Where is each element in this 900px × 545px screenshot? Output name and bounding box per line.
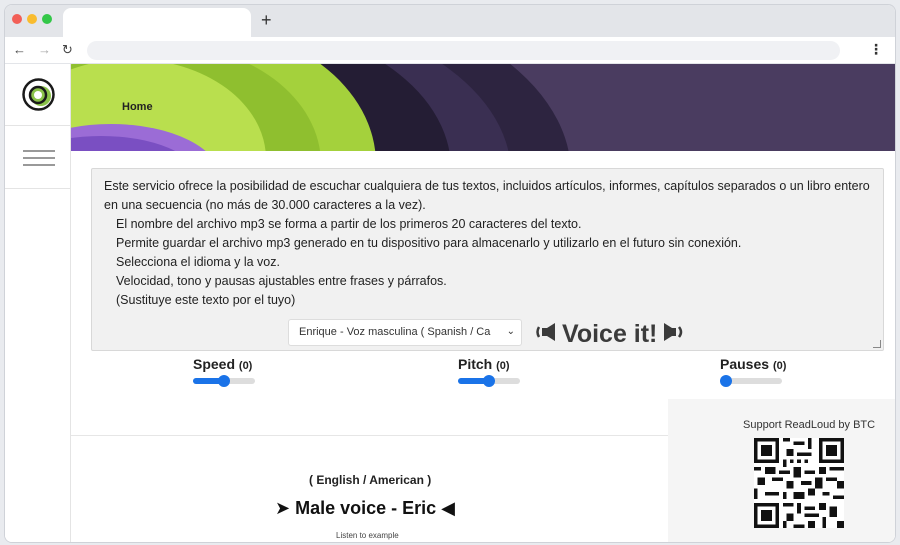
speed-slider-thumb[interactable] — [218, 375, 230, 387]
readloud-logo-icon[interactable] — [22, 78, 55, 111]
textbox-line: (Sustituye este texto por el tuyo) — [116, 293, 296, 307]
speed-slider[interactable] — [193, 375, 255, 387]
textbox-line: Selecciona el idioma y la voz. — [116, 255, 280, 269]
voice-select[interactable]: Enrique - Voz masculina ( Spanish / Ca ⌄ — [288, 319, 522, 346]
address-bar[interactable] — [87, 41, 840, 60]
pauses-value: (0) — [772, 360, 787, 372]
pitch-label: Pitch — [458, 356, 493, 372]
kebab-menu-icon[interactable]: ⋮ — [869, 40, 883, 58]
resize-handle-icon[interactable] — [873, 340, 881, 348]
back-icon[interactable]: ← — [13, 41, 26, 59]
active-tab[interactable] — [63, 8, 251, 37]
page-viewport: Home Este servicio ofrece la posibilidad… — [5, 64, 895, 542]
support-panel: Support ReadLoud by BTC — [668, 399, 895, 542]
hamburger-menu-icon[interactable] — [23, 150, 55, 166]
pauses-slider[interactable] — [720, 375, 782, 387]
voice-it-label: Voice it! — [562, 319, 658, 348]
btc-qr-code — [754, 438, 844, 528]
tab-bar: + — [5, 5, 895, 37]
maximize-window-button[interactable] — [42, 14, 52, 24]
textbox-line: Este servicio ofrece la posibilidad de e… — [104, 179, 870, 212]
textbox-line: Permite guardar el archivo mp3 generado … — [116, 236, 742, 250]
voice-select-value: Enrique - Voz masculina ( Spanish / Ca — [299, 326, 491, 338]
new-tab-button[interactable]: + — [261, 10, 272, 30]
section-divider — [71, 435, 668, 436]
pitch-value: (0) — [496, 360, 510, 372]
listen-example-label: Listen to example — [336, 531, 399, 540]
pitch-control: Pitch (0) — [458, 356, 520, 387]
support-text: Support ReadLoud by BTC — [743, 419, 876, 431]
minimize-window-button[interactable] — [27, 14, 37, 24]
main-content: Este servicio ofrece la posibilidad de e… — [71, 151, 895, 542]
speaker-left-icon — [535, 321, 559, 348]
browser-window: + ← → ↻ ⋮ Home Este servicio ofrece la p… — [4, 4, 896, 543]
left-sidebar — [5, 64, 71, 542]
speaker-right-icon — [660, 321, 684, 348]
close-window-button[interactable] — [12, 14, 22, 24]
voice-it-button[interactable]: Voice it! — [532, 319, 687, 349]
sidebar-divider — [5, 125, 71, 126]
pauses-control: Pauses (0) — [720, 356, 787, 387]
example-voice-name: ➤ Male voice - Eric ◀ — [275, 498, 455, 518]
header-decoration — [71, 64, 895, 151]
pitch-slider-thumb[interactable] — [483, 375, 495, 387]
pitch-slider[interactable] — [458, 375, 520, 387]
speed-label: Speed — [193, 356, 236, 372]
pauses-slider-thumb[interactable] — [720, 375, 732, 387]
textbox-line: El nombre del archivo mp3 se forma a par… — [116, 217, 582, 231]
textbox-line: Velocidad, tono y pausas ajustables entr… — [116, 274, 447, 288]
navigation-bar: ← → ↻ ⋮ — [5, 37, 895, 64]
example-language: ( English / American ) — [309, 473, 432, 487]
speed-control: Speed (0) — [193, 356, 255, 387]
reload-icon[interactable]: ↻ — [62, 41, 73, 59]
speed-value: (0) — [238, 360, 253, 372]
sidebar-divider — [5, 188, 71, 189]
chevron-down-icon: ⌄ — [506, 326, 515, 337]
pauses-label: Pauses — [720, 356, 770, 372]
home-link[interactable]: Home — [122, 101, 153, 113]
forward-icon[interactable]: → — [38, 41, 51, 59]
header-banner: Home — [71, 64, 895, 151]
